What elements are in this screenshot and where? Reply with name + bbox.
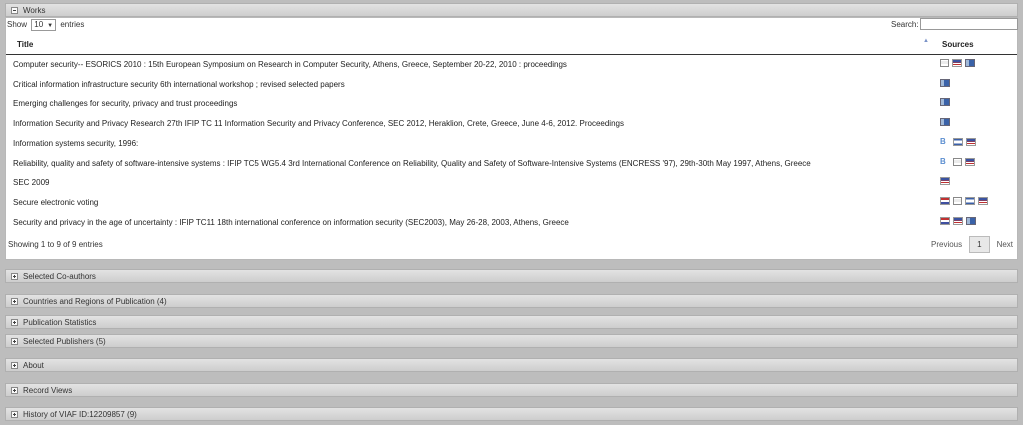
pagination: Previous 1 Next — [924, 236, 1020, 253]
entries-label: entries — [60, 20, 85, 29]
table-row: Critical information infrastructure secu… — [6, 75, 1017, 94]
entries-select-value: 10 — [34, 20, 44, 29]
sources-cell — [940, 177, 950, 185]
work-title-link[interactable]: SEC 2009 — [13, 178, 49, 187]
table-row: Information Security and Privacy Researc… — [6, 114, 1017, 133]
expand-icon[interactable] — [11, 337, 18, 345]
entries-select[interactable]: 10 ▼ — [31, 19, 57, 31]
table-row: Computer security-- ESORICS 2010 : 15th … — [6, 55, 1017, 74]
work-title-link[interactable]: Critical information infrastructure secu… — [13, 80, 345, 89]
doc-icon[interactable] — [940, 59, 949, 67]
works-header-label: Works — [23, 5, 46, 15]
section-header-label: Selected Co-authors — [23, 271, 96, 281]
section-header[interactable]: Record Views — [5, 383, 1018, 397]
sources-cell — [940, 79, 950, 87]
greece-flag-icon[interactable] — [940, 98, 950, 106]
show-label: Show — [7, 20, 28, 29]
sources-cell: B — [940, 158, 975, 166]
doc-icon[interactable] — [953, 158, 962, 166]
table-row: Security and privacy in the age of uncer… — [6, 213, 1017, 232]
nl-flag-icon[interactable] — [940, 197, 950, 205]
greece-flag-icon[interactable] — [965, 59, 975, 67]
us-flag-icon[interactable] — [952, 59, 962, 67]
work-title-link[interactable]: Secure electronic voting — [13, 198, 98, 207]
section-header[interactable]: History of VIAF ID:12209857 (9) — [5, 407, 1018, 421]
expand-icon[interactable] — [11, 410, 18, 418]
sources-cell: B — [940, 138, 976, 146]
work-title-link[interactable]: Information Security and Privacy Researc… — [13, 119, 624, 128]
expand-icon[interactable] — [11, 272, 18, 280]
section-header[interactable]: About — [5, 358, 1018, 372]
collapse-icon[interactable] — [11, 6, 18, 14]
sources-cell — [940, 59, 975, 67]
work-title-link[interactable]: Emerging challenges for security, privac… — [13, 99, 237, 108]
section-header[interactable]: Countries and Regions of Publication (4) — [5, 294, 1018, 308]
mx-flag-icon[interactable] — [965, 197, 975, 205]
dropdown-arrow-icon: ▼ — [47, 23, 54, 29]
section-header[interactable]: Publication Statistics — [5, 315, 1018, 329]
expand-icon[interactable] — [11, 318, 18, 326]
us-flag-icon[interactable] — [953, 217, 963, 225]
section-header-label: Record Views — [23, 385, 73, 395]
table-header: Title ▲ Sources — [6, 32, 1017, 55]
sources-cell — [940, 98, 950, 106]
table-row: Secure electronic voting — [6, 193, 1017, 212]
search-input[interactable] — [920, 18, 1018, 30]
section-header-label: Selected Publishers (5) — [23, 336, 106, 346]
b-icon[interactable]: B — [940, 138, 950, 146]
us-flag-icon[interactable] — [940, 177, 950, 185]
next-button[interactable]: Next — [990, 237, 1020, 252]
us-flag-icon[interactable] — [965, 158, 975, 166]
us-flag-icon[interactable] — [978, 197, 988, 205]
table-row: SEC 2009 — [6, 173, 1017, 192]
search-label: Search: — [891, 20, 919, 29]
section-header-label: About — [23, 360, 44, 370]
column-header-title[interactable]: Title — [17, 40, 33, 49]
expand-icon[interactable] — [11, 361, 18, 369]
work-title-link[interactable]: Security and privacy in the age of uncer… — [13, 218, 569, 227]
previous-button[interactable]: Previous — [924, 237, 969, 252]
table-row: Information systems security, 1996: B — [6, 134, 1017, 153]
table-info: Showing 1 to 9 of 9 entries — [8, 240, 103, 249]
section-header[interactable]: Selected Publishers (5) — [5, 334, 1018, 348]
work-title-link[interactable]: Computer security-- ESORICS 2010 : 15th … — [13, 60, 567, 69]
work-title-link[interactable]: Reliability, quality and safety of softw… — [13, 159, 811, 168]
sources-cell — [940, 197, 988, 205]
b-icon[interactable]: B — [940, 158, 950, 166]
sources-cell — [940, 217, 976, 225]
section-header-label: Countries and Regions of Publication (4) — [23, 296, 167, 306]
nl-flag-icon[interactable] — [940, 217, 950, 225]
works-table-panel: Show 10 ▼ entries Search: Title ▲ Sources… — [5, 17, 1018, 260]
table-row: Reliability, quality and safety of softw… — [6, 154, 1017, 173]
greece-flag-icon[interactable] — [966, 217, 976, 225]
sources-cell — [940, 118, 950, 126]
entries-length-control: Show 10 ▼ entries — [7, 19, 84, 31]
sort-ascending-icon: ▲ — [923, 38, 929, 44]
expand-icon[interactable] — [11, 297, 18, 305]
work-title-link[interactable]: Information systems security, 1996: — [13, 139, 138, 148]
mx-flag-icon[interactable] — [953, 138, 963, 146]
section-header-label: History of VIAF ID:12209857 (9) — [23, 409, 137, 419]
section-header-label: Publication Statistics — [23, 317, 97, 327]
expand-icon[interactable] — [11, 386, 18, 394]
column-header-sources[interactable]: Sources — [942, 40, 974, 49]
works-panel-header[interactable]: Works — [5, 3, 1018, 17]
us-flag-icon[interactable] — [966, 138, 976, 146]
page-1-button[interactable]: 1 — [969, 236, 990, 253]
section-header[interactable]: Selected Co-authors — [5, 269, 1018, 283]
doc-icon[interactable] — [953, 197, 962, 205]
table-row: Emerging challenges for security, privac… — [6, 94, 1017, 113]
greece-flag-icon[interactable] — [940, 79, 950, 87]
greece-flag-icon[interactable] — [940, 118, 950, 126]
